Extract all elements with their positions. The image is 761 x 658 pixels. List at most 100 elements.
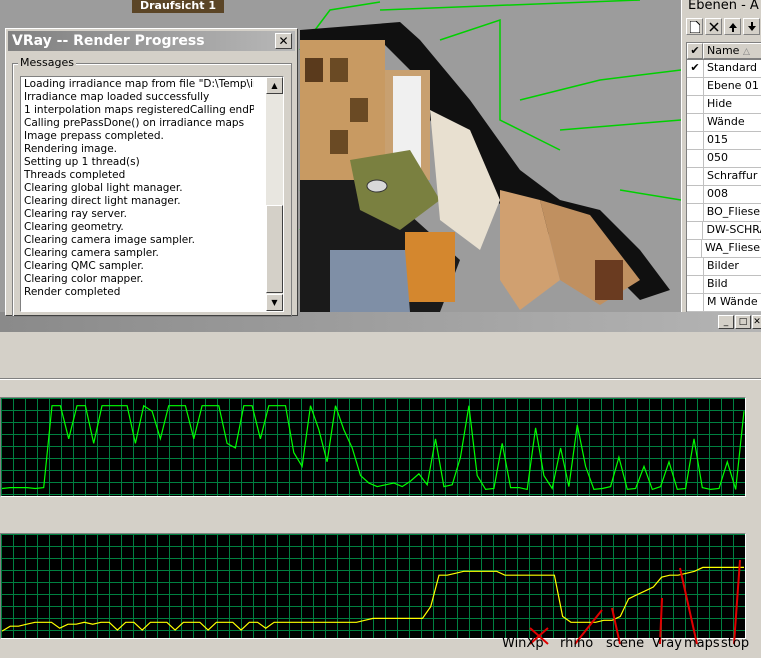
message-line: Clearing QMC sampler. xyxy=(24,260,144,272)
layer-current-cell[interactable] xyxy=(687,276,704,293)
scrollbar-thumb[interactable] xyxy=(266,205,283,293)
column-name[interactable]: Name △ xyxy=(703,43,761,59)
message-line: Setting up 1 thread(s) xyxy=(24,156,140,168)
layers-toolbar xyxy=(686,18,760,36)
message-line: 1 interpolation maps registeredCalling e… xyxy=(24,104,254,116)
layer-current-cell[interactable] xyxy=(687,78,704,95)
messages-group-label: Messages xyxy=(18,56,76,69)
message-line: Calling prePassDone() on irradiance maps xyxy=(24,117,245,129)
layer-name: WA_Fliesen xyxy=(705,241,761,254)
viewport-label[interactable]: Draufsicht 1 xyxy=(132,0,225,13)
message-line: Loading irradiance map from file "D:\Tem… xyxy=(24,78,254,90)
layers-list: ✔ Name △ ✔ Standard Ebene 01 Hide Wände 015 05… xyxy=(686,42,761,312)
layer-name: 008 xyxy=(707,187,728,200)
layer-row[interactable]: DW-SCHRA xyxy=(687,222,761,240)
layer-row[interactable]: M Wände xyxy=(687,294,761,312)
layer-name: BO_Fliesen xyxy=(706,205,761,218)
layer-current-cell[interactable] xyxy=(687,168,704,185)
annotation-winxp: WinXp xyxy=(502,636,544,651)
message-line: Clearing direct light manager. xyxy=(24,195,181,207)
message-line: Image prepass completed. xyxy=(24,130,164,142)
layer-row[interactable]: WA_Fliesen xyxy=(687,240,761,258)
layer-row[interactable]: Bild xyxy=(687,276,761,294)
layer-name: 015 xyxy=(707,133,728,146)
messages-listbox[interactable]: Loading irradiance map from file "D:\Tem… xyxy=(20,76,284,312)
dialog-titlebar[interactable]: VRay -- Render Progress ✕ xyxy=(8,31,295,51)
layer-current-cell[interactable] xyxy=(687,294,704,311)
move-down-icon[interactable] xyxy=(743,18,760,35)
annotation-stop: stop xyxy=(721,636,750,651)
vray-render-progress-dialog: VRay -- Render Progress ✕ Messages Loadi… xyxy=(5,28,298,317)
messages-scrollbar[interactable]: ▲ ▼ xyxy=(266,77,283,311)
layer-row[interactable]: 050 xyxy=(687,150,761,168)
message-line: Rendering image. xyxy=(24,143,117,155)
arrow-maps xyxy=(679,567,698,645)
layer-row[interactable]: Bilder xyxy=(687,258,761,276)
annotation-maps: maps xyxy=(684,636,720,651)
layer-name: Bild xyxy=(707,277,728,290)
layer-name: Bilder xyxy=(707,259,739,272)
layer-current-cell[interactable] xyxy=(687,222,704,239)
separator xyxy=(0,378,761,379)
annotation-vray: Vray xyxy=(652,636,682,651)
arrow-stop xyxy=(733,559,741,645)
layer-current-cell[interactable] xyxy=(687,240,703,257)
layer-name: Schraffur xyxy=(707,169,758,182)
layers-list-header: ✔ Name △ xyxy=(687,43,761,60)
layer-row[interactable]: Ebene 01 xyxy=(687,78,761,96)
message-line: Clearing ray server. xyxy=(24,208,127,220)
message-line: Clearing camera sampler. xyxy=(24,247,159,259)
move-up-icon[interactable] xyxy=(724,18,741,35)
scroll-up-button[interactable]: ▲ xyxy=(266,77,283,94)
messages-list: Loading irradiance map from file "D:\Tem… xyxy=(24,78,254,299)
new-layer-icon[interactable] xyxy=(686,18,703,35)
layer-rows: ✔ Standard Ebene 01 Hide Wände 015 050 Schraffu… xyxy=(687,60,761,312)
scroll-down-button[interactable]: ▼ xyxy=(266,294,283,311)
layer-name: Standard xyxy=(707,61,758,74)
layer-row[interactable]: 015 xyxy=(687,132,761,150)
message-line: Clearing color mapper. xyxy=(24,273,144,285)
delete-layer-icon[interactable] xyxy=(705,18,722,35)
column-name-label: Name xyxy=(707,44,740,57)
layer-name: Wände xyxy=(707,115,745,128)
close-button[interactable]: ✕ xyxy=(752,315,761,329)
message-line: Threads completed xyxy=(24,169,126,181)
cpu-usage-history-graph xyxy=(0,397,746,497)
layer-row[interactable]: ✔ Standard xyxy=(687,60,761,78)
layer-name: DW-SCHRA xyxy=(706,223,761,236)
maximize-button[interactable]: □ xyxy=(735,315,751,329)
layer-name: 050 xyxy=(707,151,728,164)
layer-current-cell[interactable] xyxy=(687,186,704,203)
layer-row[interactable]: 008 xyxy=(687,186,761,204)
message-line: Render completed xyxy=(24,286,121,298)
layer-current-cell[interactable] xyxy=(687,96,704,113)
minimize-button[interactable]: _ xyxy=(718,315,734,329)
layer-name: Hide xyxy=(707,97,733,110)
layer-row[interactable]: Schraffur xyxy=(687,168,761,186)
layer-current-cell[interactable] xyxy=(687,132,704,149)
layer-current-cell[interactable] xyxy=(687,204,704,221)
layer-current-cell[interactable] xyxy=(687,258,704,275)
message-line: Clearing camera image sampler. xyxy=(24,234,195,246)
layer-row[interactable]: Hide xyxy=(687,96,761,114)
annotation-arrows xyxy=(529,559,741,645)
layer-row[interactable]: Wände xyxy=(687,114,761,132)
dialog-title: VRay -- Render Progress xyxy=(12,33,205,49)
layer-name: Ebene 01 xyxy=(707,79,759,92)
layer-current-cell[interactable] xyxy=(687,114,704,131)
annotation-scene: scene xyxy=(606,636,645,651)
layers-panel-title: Ebenen - A xyxy=(688,0,759,13)
layer-row[interactable]: BO_Fliesen xyxy=(687,204,761,222)
message-line: Irradiance map loaded successfully xyxy=(24,91,210,103)
layer-name: M Wände xyxy=(707,295,758,308)
checkmark-icon[interactable]: ✔ xyxy=(687,60,704,77)
annotation-rhino: rhino xyxy=(560,636,594,651)
layer-current-cell[interactable] xyxy=(687,150,704,167)
sort-ascending-icon: △ xyxy=(742,47,750,57)
column-current[interactable]: ✔ xyxy=(687,43,703,59)
close-button[interactable]: ✕ xyxy=(275,33,292,49)
message-line: Clearing geometry. xyxy=(24,221,124,233)
message-line: Clearing global light manager. xyxy=(24,182,183,194)
layers-panel: Ebenen - A ✔ Name △ ✔ Standard Ebene 01 Hid… xyxy=(681,0,761,312)
cpu-usage-chart xyxy=(1,398,745,496)
